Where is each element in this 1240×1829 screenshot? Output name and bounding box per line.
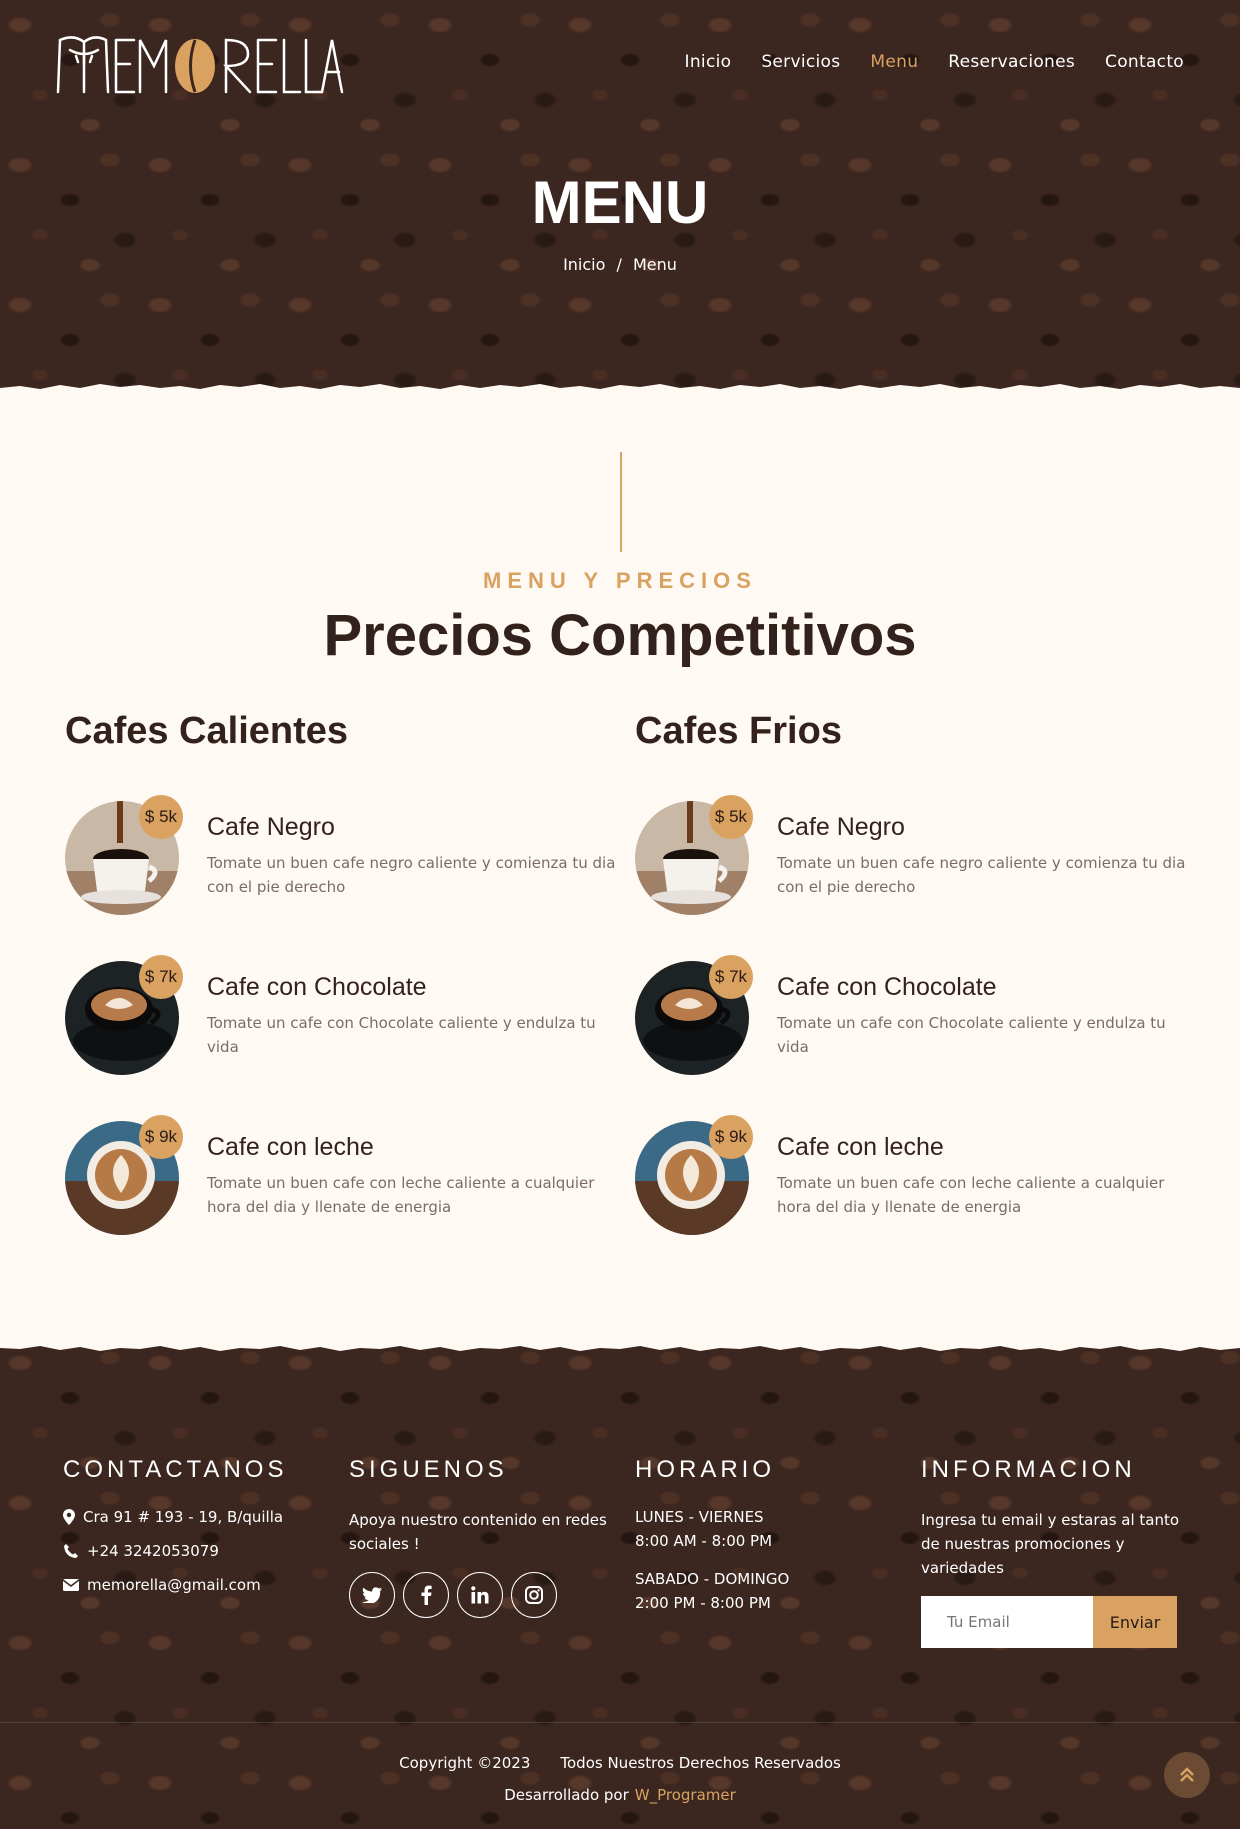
- location-pin-icon: [63, 1509, 75, 1525]
- hours-weekend-time: 2:00 PM - 8:00 PM: [635, 1594, 771, 1612]
- author-link[interactable]: W_Programer: [635, 1786, 736, 1804]
- nav-item-inicio[interactable]: Inicio: [685, 52, 732, 72]
- copyright-line: Copyright ©2023 Todos Nuestros Derechos R…: [0, 1754, 1240, 1772]
- contact-phone[interactable]: +24 3242053079: [87, 1542, 219, 1560]
- hours-weekend-label: SABADO - DOMINGO: [635, 1570, 790, 1588]
- section-divider-line: [620, 452, 622, 552]
- price-badge: $ 9k: [709, 1115, 753, 1159]
- newsletter-form: Enviar: [921, 1596, 1181, 1648]
- menu-item: $ 9k Cafe con leche Tomate un buen cafe …: [65, 1115, 625, 1281]
- price-badge: $ 7k: [709, 955, 753, 999]
- menu-column-cold: Cafes Frios $ 5k Cafe Negro Tomate un bu…: [635, 710, 1195, 1281]
- item-description: Tomate un buen cafe negro caliente y com…: [777, 854, 1186, 896]
- rights-text: Todos Nuestros Derechos Reservados: [560, 1754, 841, 1772]
- section-title: Precios Competitivos: [323, 603, 917, 668]
- main-nav: Inicio Servicios Menu Reservaciones Cont…: [685, 52, 1184, 72]
- instagram-icon[interactable]: [511, 1572, 557, 1618]
- column-heading: Cafes Frios: [635, 710, 842, 752]
- item-description: Tomate un buen cafe negro caliente y com…: [207, 854, 616, 896]
- newsletter-text: Ingresa tu email y estaras al tanto de n…: [921, 1511, 1180, 1577]
- item-description: Tomate un cafe con Chocolate caliente y …: [777, 1014, 1166, 1056]
- nav-item-menu[interactable]: Menu: [870, 52, 918, 72]
- facebook-icon[interactable]: [403, 1572, 449, 1618]
- price-badge: $ 7k: [139, 955, 183, 999]
- price-badge: $ 5k: [709, 795, 753, 839]
- footer-divider: [0, 1722, 1240, 1723]
- item-title: Cafe con Chocolate: [777, 973, 997, 1001]
- social-links: [349, 1572, 609, 1618]
- price-badge: $ 5k: [139, 795, 183, 839]
- envelope-icon: [63, 1579, 79, 1591]
- developer-line: Desarrollado por W_Programer: [0, 1786, 1240, 1804]
- item-title: Cafe con Chocolate: [207, 973, 427, 1001]
- hero-header: Inicio Servicios Menu Reservaciones Cont…: [0, 0, 1240, 400]
- contact-email[interactable]: memorella@gmail.com: [87, 1576, 261, 1594]
- section-subtitle: MENU Y PRECIOS: [483, 568, 757, 593]
- double-chevron-up-icon: [1180, 1767, 1194, 1782]
- page-title: MENU: [531, 169, 709, 236]
- footer-heading: SIGUENOS: [349, 1456, 508, 1483]
- breadcrumb-separator: /: [616, 255, 622, 274]
- footer-contact: CONTACTANOS Cra 91 # 193 - 19, B/quilla …: [63, 1456, 323, 1610]
- brand-logo[interactable]: [54, 32, 344, 94]
- torn-paper-edge: [0, 1338, 1240, 1351]
- footer-social: SIGUENOS Apoya nuestro contenido en rede…: [349, 1456, 609, 1618]
- footer-hours: HORARIO LUNES - VIERNES 8:00 AM - 8:00 P…: [635, 1456, 895, 1632]
- developed-by-text: Desarrollado por: [504, 1786, 629, 1804]
- back-to-top-button[interactable]: [1164, 1752, 1210, 1798]
- item-description: Tomate un buen cafe con leche caliente a…: [207, 1174, 595, 1216]
- price-badge: $ 9k: [139, 1115, 183, 1159]
- menu-item: $ 9k Cafe con leche Tomate un buen cafe …: [635, 1115, 1195, 1281]
- item-title: Cafe Negro: [777, 813, 905, 841]
- footer-heading: INFORMACION: [921, 1456, 1136, 1483]
- breadcrumb: Inicio / Menu: [0, 255, 1240, 274]
- copyright-text: Copyright ©2023: [399, 1754, 531, 1772]
- nav-item-servicios[interactable]: Servicios: [761, 52, 840, 72]
- menu-column-hot: Cafes Calientes $ 5k Cafe Negro Tomate u…: [65, 710, 625, 1281]
- footer-heading: HORARIO: [635, 1456, 776, 1483]
- item-title: Cafe con leche: [207, 1133, 374, 1161]
- torn-paper-edge: [0, 384, 1240, 400]
- column-heading: Cafes Calientes: [65, 710, 349, 752]
- menu-item: $ 7k Cafe con Chocolate Tomate un cafe c…: [635, 955, 1195, 1121]
- linkedin-icon[interactable]: [457, 1572, 503, 1618]
- menu-item: $ 5k Cafe Negro Tomate un buen cafe negr…: [65, 795, 625, 961]
- phone-icon: [64, 1544, 78, 1558]
- nav-item-contacto[interactable]: Contacto: [1105, 52, 1184, 72]
- contact-address: Cra 91 # 193 - 19, B/quilla: [83, 1508, 284, 1526]
- nav-item-reservaciones[interactable]: Reservaciones: [948, 52, 1075, 72]
- item-title: Cafe Negro: [207, 813, 335, 841]
- item-description: Tomate un buen cafe con leche caliente a…: [777, 1174, 1165, 1216]
- twitter-icon[interactable]: [349, 1572, 395, 1618]
- site-footer: CONTACTANOS Cra 91 # 193 - 19, B/quilla …: [0, 1338, 1240, 1829]
- social-text: Apoya nuestro contenido en redes sociale…: [349, 1511, 607, 1553]
- menu-item: $ 5k Cafe Negro Tomate un buen cafe negr…: [635, 795, 1195, 961]
- menu-item: $ 7k Cafe con Chocolate Tomate un cafe c…: [65, 955, 625, 1121]
- footer-heading: CONTACTANOS: [63, 1456, 288, 1483]
- breadcrumb-current: Menu: [632, 255, 677, 274]
- newsletter-email-input[interactable]: [921, 1596, 1093, 1648]
- hours-weekday-time: 8:00 AM - 8:00 PM: [635, 1532, 773, 1550]
- footer-newsletter: INFORMACION Ingresa tu email y estaras a…: [921, 1456, 1181, 1648]
- item-title: Cafe con leche: [777, 1133, 944, 1161]
- newsletter-submit-button[interactable]: Enviar: [1093, 1596, 1177, 1648]
- breadcrumb-home[interactable]: Inicio: [563, 255, 605, 274]
- item-description: Tomate un cafe con Chocolate caliente y …: [207, 1014, 596, 1056]
- hours-weekday-label: LUNES - VIERNES: [635, 1508, 764, 1526]
